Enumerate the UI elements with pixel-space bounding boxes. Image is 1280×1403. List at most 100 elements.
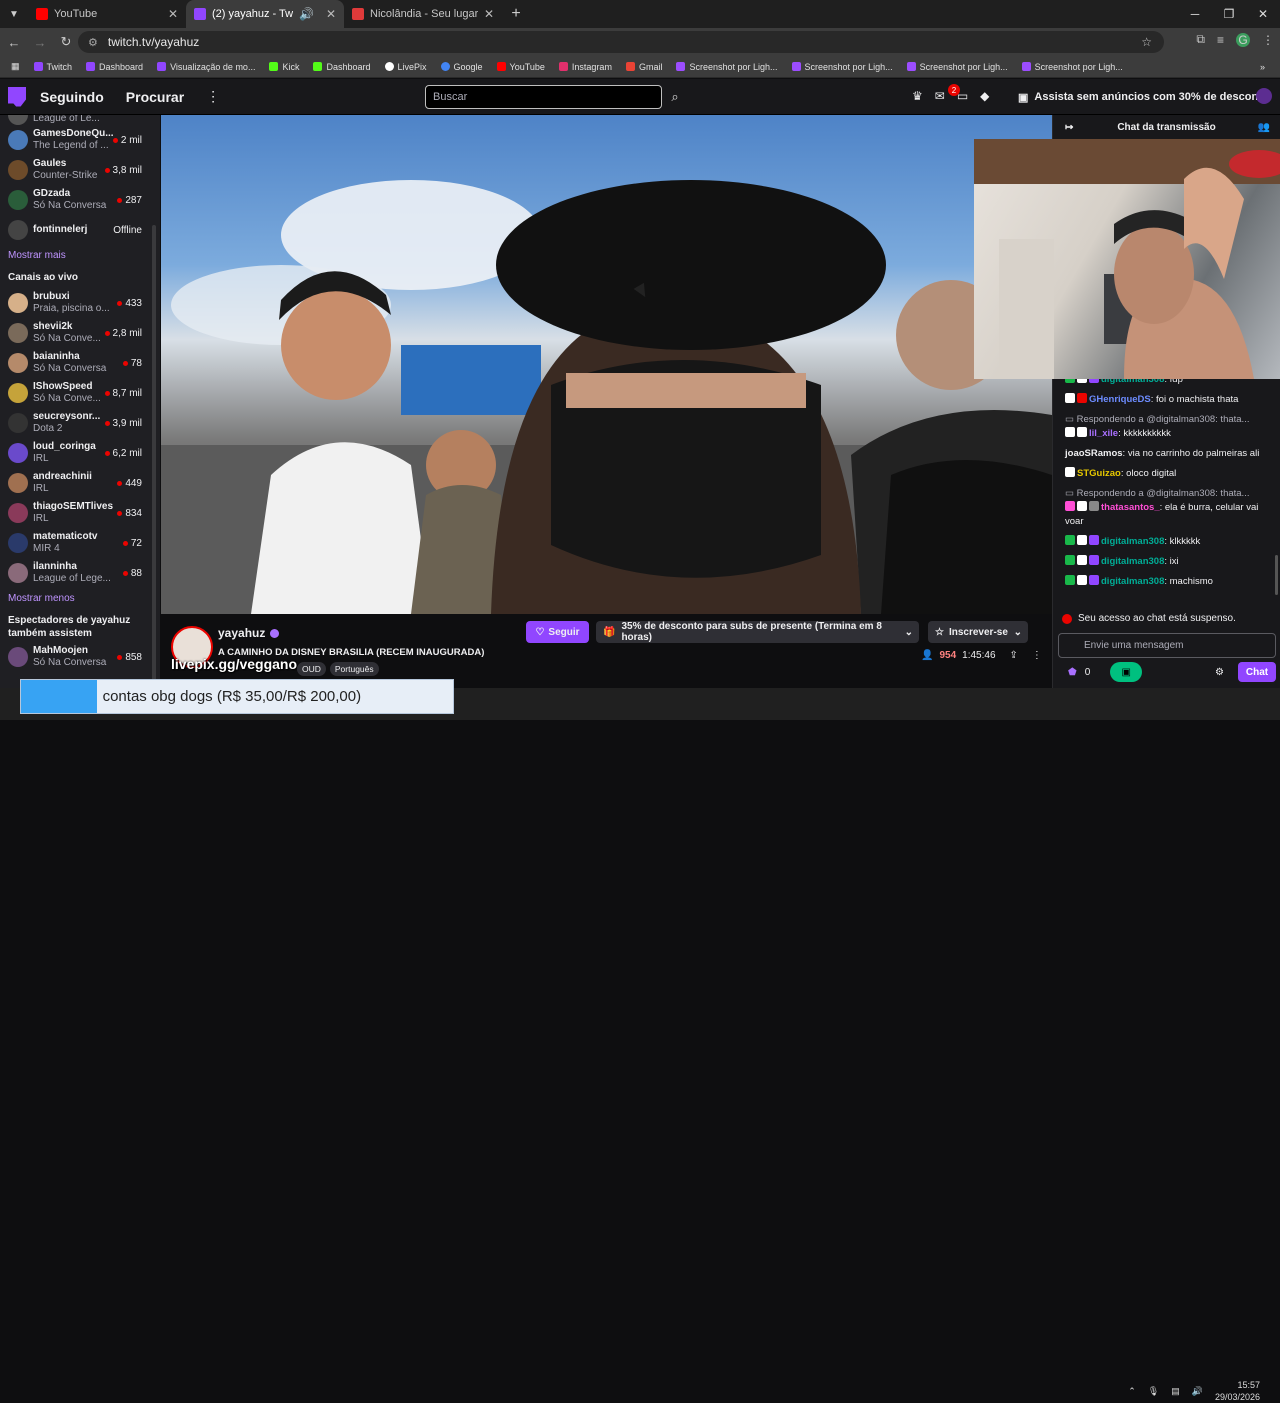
close-window-icon[interactable]: ✕ bbox=[1246, 0, 1280, 28]
subscribe-button[interactable]: ☆ Inscrever-se ⌄ bbox=[928, 621, 1028, 643]
tray-chevron-icon[interactable]: ⌃ bbox=[1128, 1386, 1136, 1397]
sidebar-channel-item[interactable]: thiagoSEMTlives IRL 834 bbox=[0, 498, 160, 528]
bookmark-item[interactable]: Google bbox=[434, 62, 490, 72]
share-icon[interactable]: ⇪ bbox=[1010, 650, 1018, 661]
reply-context[interactable]: ▭ Respondendo a @digitalman308: thata... bbox=[1065, 487, 1273, 501]
url-field[interactable]: ⚙ twitch.tv/yayahuz ☆ bbox=[78, 31, 1164, 53]
chat-message[interactable]: GHenriqueDS: foi o machista thata bbox=[1065, 393, 1273, 407]
bookmark-item[interactable]: Kick bbox=[262, 62, 306, 72]
search-icon[interactable]: ⌕ bbox=[664, 85, 686, 109]
browser-menu-icon[interactable]: ⋮ bbox=[1262, 33, 1274, 47]
bookmark-item[interactable]: Gmail bbox=[619, 62, 670, 72]
video-player[interactable] bbox=[161, 115, 1052, 614]
twitch-logo-icon[interactable] bbox=[8, 86, 26, 107]
chat-send-button[interactable]: Chat bbox=[1238, 662, 1276, 682]
bookmark-item[interactable]: Instagram bbox=[552, 62, 619, 72]
chat-badge-icon[interactable] bbox=[1065, 467, 1075, 477]
site-info-icon[interactable]: ⚙ bbox=[88, 36, 98, 49]
prime-offer-button[interactable]: ▣ Assista sem anúncios com 30% de descon… bbox=[1018, 87, 1269, 107]
sidebar-channel-item[interactable]: shevii2k Só Na Conve... 2,8 mil bbox=[0, 318, 160, 348]
bookmark-star-icon[interactable]: ☆ bbox=[1141, 35, 1152, 49]
chat-username[interactable]: digitalman308 bbox=[1101, 556, 1164, 567]
chat-badge-icon[interactable] bbox=[1077, 535, 1087, 545]
sidebar-channel-item[interactable]: loud_coringa IRL 6,2 mil bbox=[0, 438, 160, 468]
sidebar-channel-item[interactable]: baianinha Só Na Conversa 78 bbox=[0, 348, 160, 378]
chat-message[interactable]: ▭ Respondendo a @digitalman308: thata...… bbox=[1065, 487, 1273, 529]
chat-message[interactable]: joaoSRamos: via no carrinho do palmeiras… bbox=[1065, 447, 1273, 461]
bookmark-item[interactable]: Visualização de mo... bbox=[150, 62, 262, 72]
browser-tab-twitch[interactable]: (2) yayahuz - Twitch 🔊 ✕ bbox=[186, 0, 344, 28]
collapse-chat-icon[interactable]: ↦ bbox=[1065, 122, 1073, 133]
chat-badge-icon[interactable] bbox=[1089, 501, 1099, 511]
reload-icon[interactable]: ↻ bbox=[54, 34, 78, 50]
chat-message[interactable]: ▭ Respondendo a @digitalman308: thata...… bbox=[1065, 413, 1273, 441]
extensions-icon[interactable]: ⧉ bbox=[1196, 32, 1205, 47]
back-icon[interactable]: ← bbox=[2, 35, 26, 50]
show-less-link[interactable]: Mostrar menos bbox=[0, 588, 160, 608]
bookmark-item[interactable]: Screenshot por Ligh... bbox=[785, 62, 900, 72]
more-menu-icon[interactable]: ⋮ bbox=[206, 88, 220, 105]
nav-browse[interactable]: Procurar bbox=[126, 89, 184, 105]
sidebar-channel-item[interactable]: Gaules Counter-Strike 3,8 mil bbox=[0, 155, 160, 185]
tag[interactable]: OUD bbox=[297, 662, 326, 676]
system-clock[interactable]: 15:57 29/03/2026 bbox=[1215, 1379, 1260, 1403]
show-more-link[interactable]: Mostrar mais bbox=[0, 245, 160, 265]
chat-badge-icon[interactable] bbox=[1077, 393, 1087, 403]
gift-sub-offer-button[interactable]: 🎁 35% de desconto para subs de presente (… bbox=[596, 621, 919, 643]
chat-badge-icon[interactable] bbox=[1077, 555, 1087, 565]
chat-username[interactable]: joaoSRamos bbox=[1065, 448, 1123, 459]
community-icon[interactable]: 👥 bbox=[1258, 122, 1270, 133]
follow-button[interactable]: ♡ Seguir bbox=[526, 621, 589, 643]
apps-icon[interactable]: ▦ bbox=[4, 61, 27, 72]
volume-icon[interactable]: 🔊 bbox=[1192, 1386, 1203, 1397]
reply-context[interactable]: ▭ Respondendo a @digitalman308: thata... bbox=[1065, 413, 1273, 427]
sidebar-channel-item[interactable]: andreachinii IRL 449 bbox=[0, 468, 160, 498]
chat-badge-icon[interactable] bbox=[1065, 501, 1075, 511]
bookmark-item[interactable]: LivePix bbox=[378, 62, 434, 72]
sidebar-channel-item[interactable]: seucreysonr... Dota 2 3,9 mil bbox=[0, 408, 160, 438]
new-tab-button[interactable]: + bbox=[502, 5, 530, 23]
sidebar-channel-item[interactable]: fontinnelerj Offline bbox=[0, 215, 160, 245]
prime-crown-icon[interactable]: ♛ bbox=[912, 89, 923, 103]
chat-badge-icon[interactable] bbox=[1065, 427, 1075, 437]
chat-badge-icon[interactable] bbox=[1065, 555, 1075, 565]
streamer-name[interactable]: yayahuz bbox=[218, 626, 265, 640]
audio-icon[interactable]: 🔊 bbox=[299, 7, 314, 21]
bookmark-item[interactable]: Screenshot por Ligh... bbox=[1015, 62, 1130, 72]
chat-username[interactable]: thatasantos_ bbox=[1101, 502, 1160, 513]
tab-search-icon[interactable]: ▼ bbox=[0, 0, 28, 28]
chat-username[interactable]: digitalman308 bbox=[1101, 536, 1164, 547]
bookmark-item[interactable]: Dashboard bbox=[79, 62, 150, 72]
chat-badge-icon[interactable] bbox=[1065, 393, 1075, 403]
chat-scrollbar[interactable] bbox=[1275, 555, 1278, 595]
sidebar-channel-item[interactable]: League of Le... bbox=[0, 115, 160, 125]
more-bookmarks-icon[interactable]: » bbox=[1253, 62, 1272, 72]
sidebar-channel-item[interactable]: MahMoojen Só Na Conversa 858 bbox=[0, 642, 160, 672]
chat-badge-icon[interactable] bbox=[1077, 501, 1087, 511]
sidebar-scrollbar[interactable] bbox=[152, 225, 156, 720]
media-controls-icon[interactable]: ≡ bbox=[1217, 33, 1224, 47]
tag[interactable]: Português bbox=[329, 662, 379, 676]
chat-badge-icon[interactable] bbox=[1065, 535, 1075, 545]
search-input[interactable]: Buscar bbox=[425, 85, 662, 109]
sidebar-channel-item[interactable]: matematicotv MIR 4 72 bbox=[0, 528, 160, 558]
close-tab-icon[interactable]: ✕ bbox=[168, 7, 178, 21]
chat-badge-icon[interactable] bbox=[1065, 575, 1075, 585]
close-tab-icon[interactable]: ✕ bbox=[326, 7, 336, 21]
bits-icon[interactable]: ◆ bbox=[980, 89, 989, 103]
minimize-icon[interactable]: ─ bbox=[1178, 0, 1212, 28]
sidebar-channel-item[interactable]: IShowSpeed Só Na Conve... 8,7 mil bbox=[0, 378, 160, 408]
chat-badge-icon[interactable] bbox=[1089, 575, 1099, 585]
chat-message[interactable]: digitalman308: machismo bbox=[1065, 575, 1273, 589]
forward-icon[interactable]: → bbox=[28, 35, 52, 50]
microphone-icon[interactable]: 🎙 bbox=[1148, 1386, 1159, 1397]
chat-username[interactable]: lil_xile bbox=[1089, 428, 1118, 439]
inbox-icon[interactable]: ✉ bbox=[935, 89, 945, 103]
sidebar-channel-item[interactable]: brubuxi Praia, piscina o... 433 bbox=[0, 288, 160, 318]
sidebar-channel-item[interactable]: GDzada Só Na Conversa 287 bbox=[0, 185, 160, 215]
sidebar-channel-item[interactable]: GamesDoneQu... The Legend of ... 2 mil bbox=[0, 125, 160, 155]
chat-message[interactable]: STGuizao: oloco digital bbox=[1065, 467, 1273, 481]
chat-username[interactable]: digitalman308 bbox=[1101, 576, 1164, 587]
browser-tab-nicolandia[interactable]: Nicolândia - Seu lugar de diver ✕ bbox=[344, 0, 502, 28]
profile-avatar[interactable]: G bbox=[1236, 32, 1250, 47]
